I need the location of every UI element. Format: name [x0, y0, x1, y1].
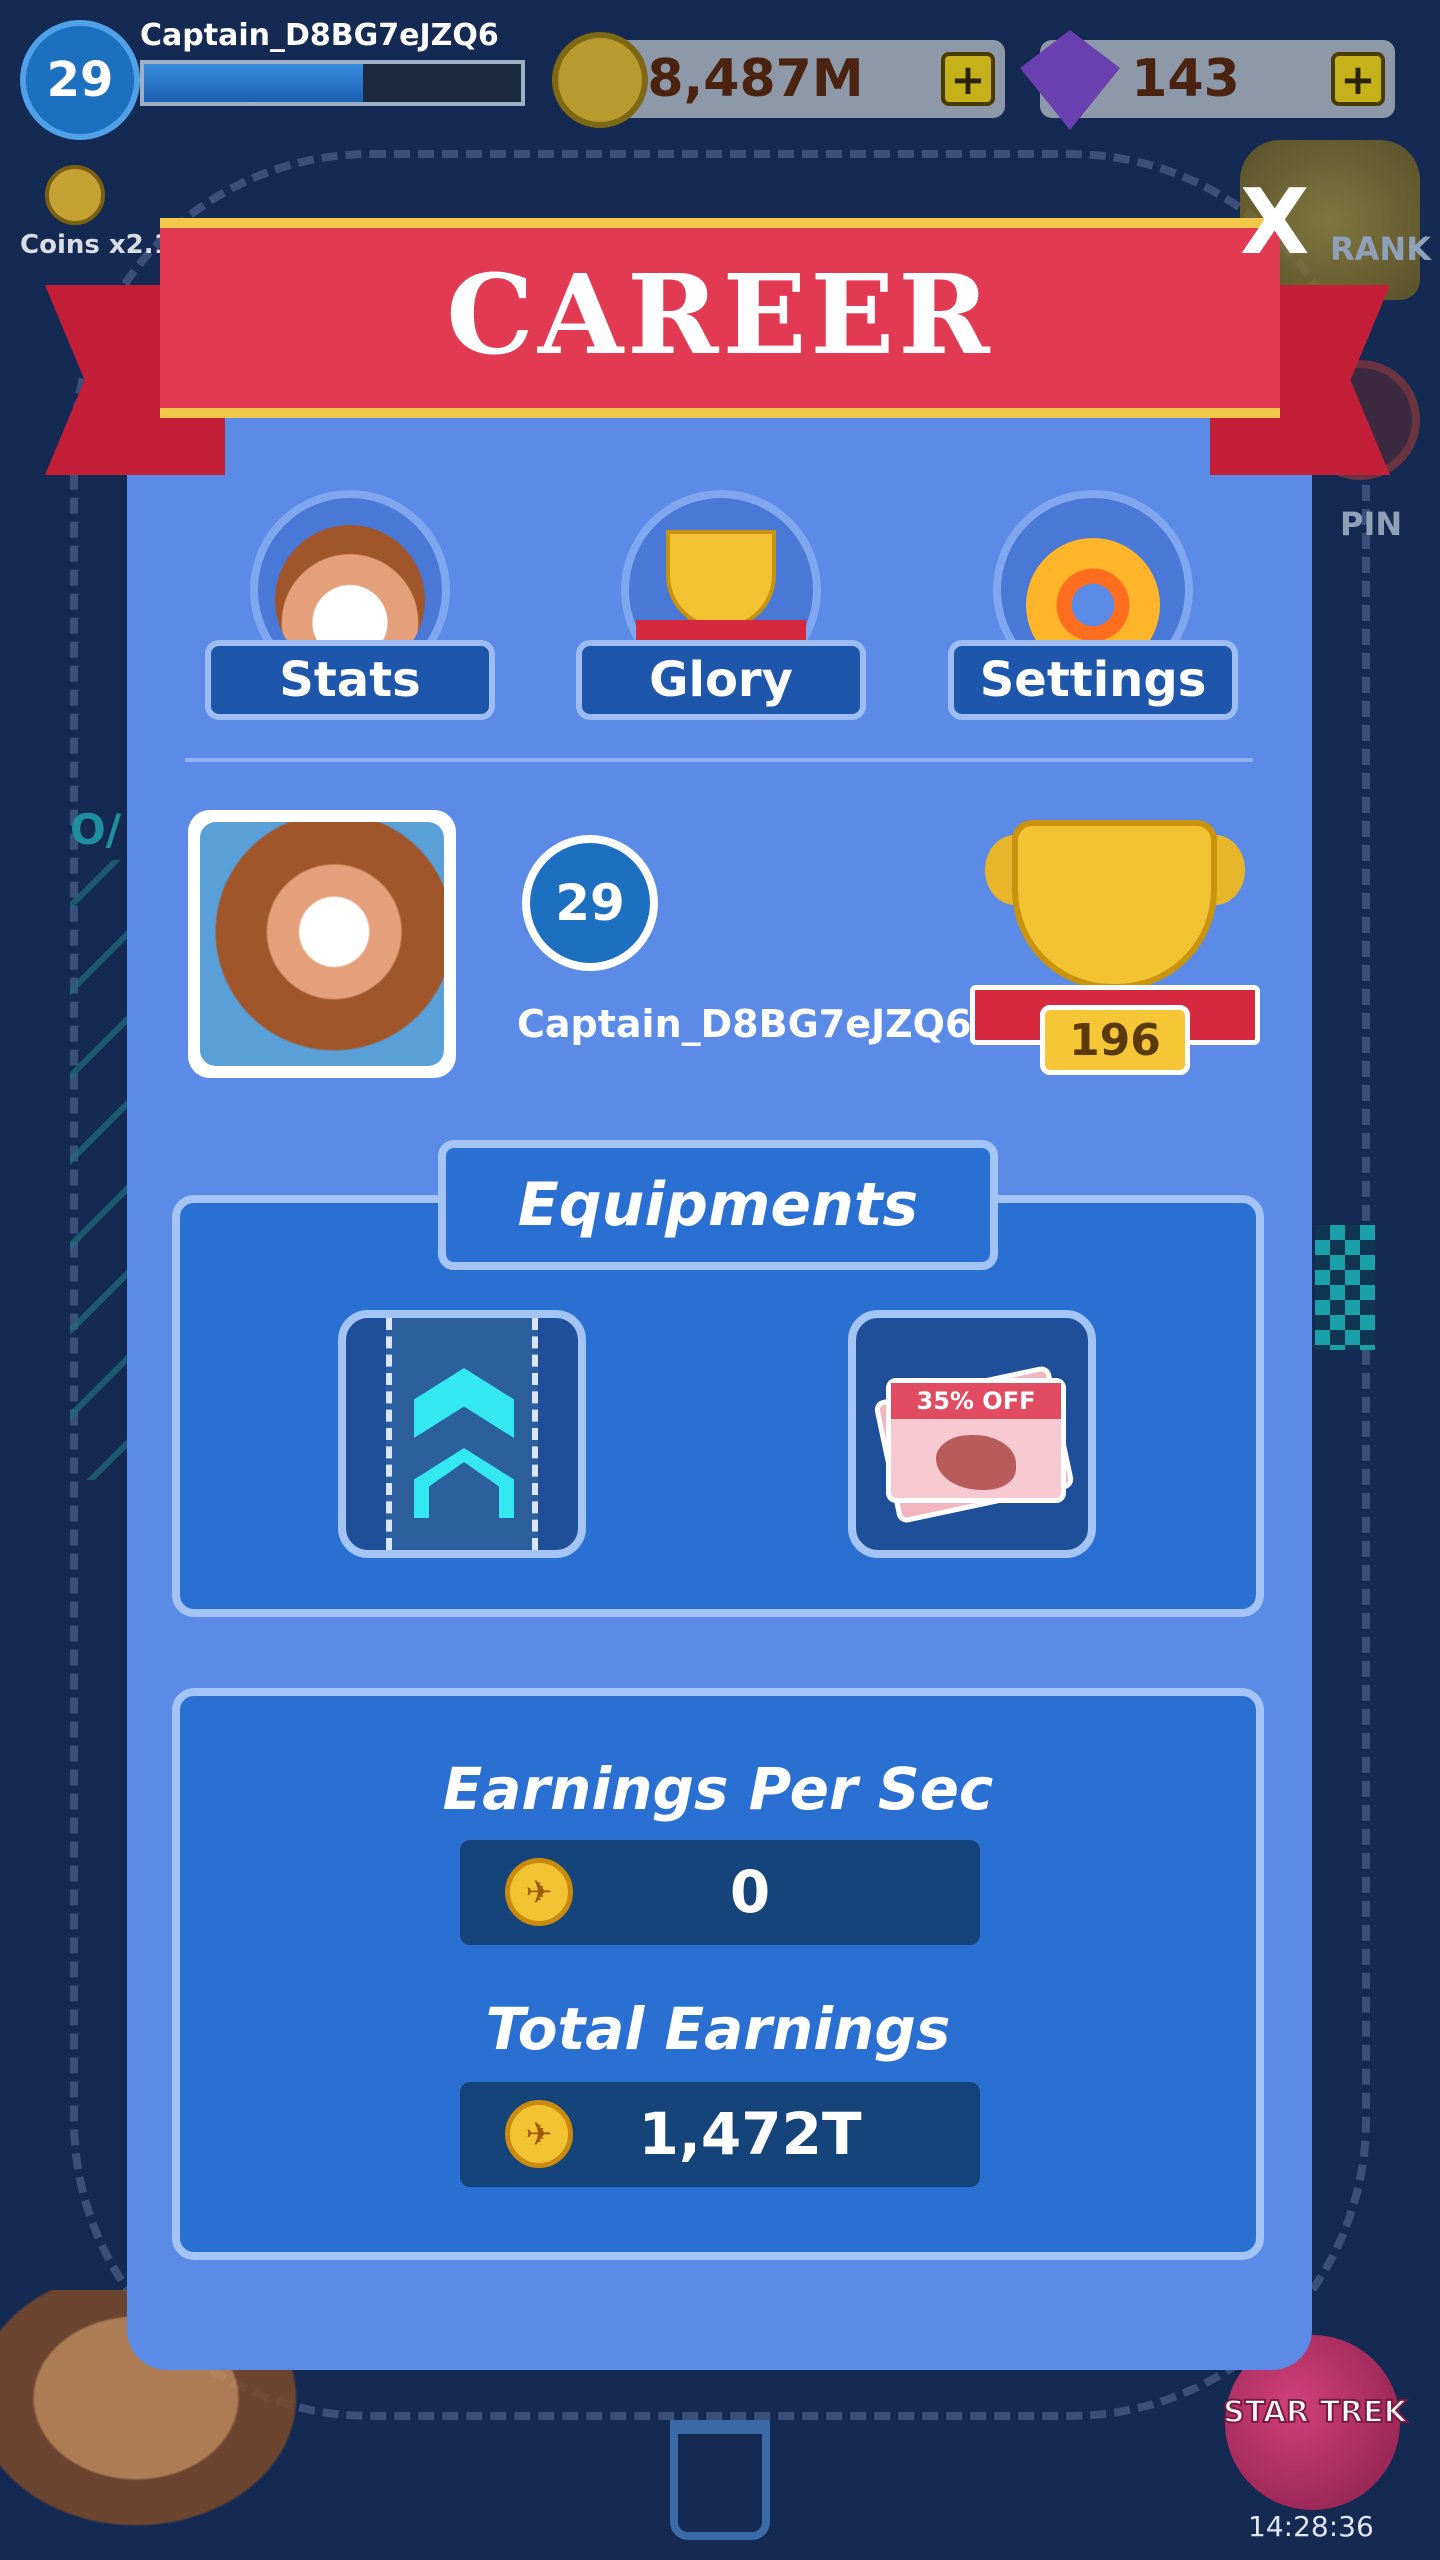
stats-button[interactable]: Stats [205, 640, 495, 720]
coin-icon: ✈ [505, 2100, 573, 2168]
earnings-per-sec-value: 0 [729, 1858, 771, 1926]
xp-progress-fill [144, 64, 363, 102]
trash-icon[interactable] [670, 2420, 770, 2540]
equipment-slot-runway-boost[interactable] [338, 1310, 586, 1558]
checkered-flag [1315, 1225, 1375, 1350]
total-earnings-value: 1,472T [638, 2100, 862, 2168]
total-earnings-box: ✈ 1,472T [460, 2082, 980, 2187]
coin-boost-icon[interactable] [45, 165, 105, 225]
coupon-text: 35% OFF [891, 1383, 1061, 1419]
equipment-slot-discount-coupon[interactable]: 35% OFF [848, 1310, 1096, 1558]
hud-player-name: Captain_D8BG7eJZQ6 [140, 18, 499, 53]
earnings-per-sec-box: ✈ 0 [460, 1840, 980, 1945]
captain-portrait-icon [200, 822, 444, 1066]
total-earnings-label: Total Earnings [485, 1995, 951, 2063]
earnings-per-sec-label: Earnings Per Sec [442, 1755, 994, 1823]
player-avatar[interactable] [188, 810, 456, 1078]
glory-button[interactable]: Glory [576, 640, 866, 720]
coin-icon: ✈ [505, 1858, 573, 1926]
trophy-count: 196 [1040, 1005, 1190, 1075]
runway-icon [386, 1318, 538, 1550]
settings-button[interactable]: Settings [948, 640, 1238, 720]
star-trek-label: STAR TREK [1222, 2394, 1408, 2431]
background-stripes [70, 860, 130, 1480]
section-divider [185, 758, 1253, 762]
add-coins-button[interactable]: + [941, 52, 995, 106]
rank-label: RANK [1330, 230, 1431, 268]
close-button[interactable]: X [1240, 170, 1309, 275]
coupon-icon: 35% OFF [886, 1378, 1066, 1503]
hud-level-badge[interactable]: 29 [20, 20, 140, 140]
background-side-text: O/ [70, 805, 122, 854]
xp-progress-bar [140, 60, 525, 106]
coins-counter: 8,487M + [552, 32, 1005, 128]
modal-title: CAREER [446, 250, 994, 379]
gem-icon [1020, 30, 1120, 130]
gems-counter: 143 + [1020, 30, 1395, 130]
spin-label: PIN [1340, 505, 1403, 543]
event-timer: 14:28:36 [1248, 2510, 1374, 2543]
coin-currency-icon [552, 32, 648, 128]
player-name: Captain_D8BG7eJZQ6 [517, 1002, 972, 1046]
add-gems-button[interactable]: + [1331, 52, 1385, 106]
equipments-title: Equipments [438, 1140, 998, 1270]
coupon-splat-icon [936, 1435, 1016, 1490]
player-level-badge: 29 [522, 835, 658, 971]
